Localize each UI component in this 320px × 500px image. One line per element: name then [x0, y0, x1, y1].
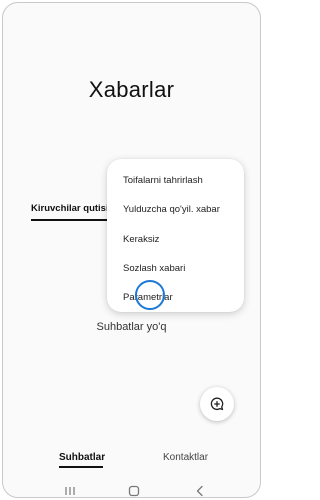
- home-button[interactable]: [124, 483, 144, 497]
- tab-inbox[interactable]: Kiruvchilar qutisi: [31, 203, 117, 221]
- overflow-menu: Toifalarni tahrirlash Yulduzcha qo'yil. …: [107, 159, 244, 312]
- menu-item-settings[interactable]: Parametrlar: [123, 292, 173, 303]
- menu-item-edit-categories[interactable]: Toifalarni tahrirlash: [123, 175, 203, 186]
- recent-apps-button[interactable]: [60, 483, 80, 497]
- tab-inbox-label: Kiruvchilar qutisi: [31, 203, 109, 214]
- menu-item-spam[interactable]: Keraksiz: [123, 234, 159, 245]
- empty-state-text: Suhbatlar yo'q: [96, 321, 167, 333]
- bottom-tab-contacts[interactable]: Kontaktlar: [163, 452, 208, 463]
- home-icon: [128, 485, 140, 497]
- page-title: Xabarlar: [88, 77, 175, 102]
- bottom-tab-conversations[interactable]: Suhbatlar: [59, 452, 105, 463]
- system-nav-bar: [3, 481, 260, 497]
- bottom-tab-active-indicator: [59, 466, 103, 468]
- back-button[interactable]: [190, 483, 210, 497]
- tab-inbox-underline: [31, 219, 117, 221]
- back-icon: [196, 485, 203, 497]
- menu-item-scheduled-messages[interactable]: Sozlash xabari: [123, 263, 185, 274]
- menu-item-starred-messages[interactable]: Yulduzcha qo'yil. xabar: [123, 204, 220, 215]
- new-chat-button[interactable]: [200, 387, 234, 421]
- phone-screen: Xabarlar Kiruvchilar qutisi Suhbatlar yo…: [2, 2, 261, 498]
- recent-apps-icon: [65, 487, 75, 495]
- new-chat-icon: [210, 397, 224, 411]
